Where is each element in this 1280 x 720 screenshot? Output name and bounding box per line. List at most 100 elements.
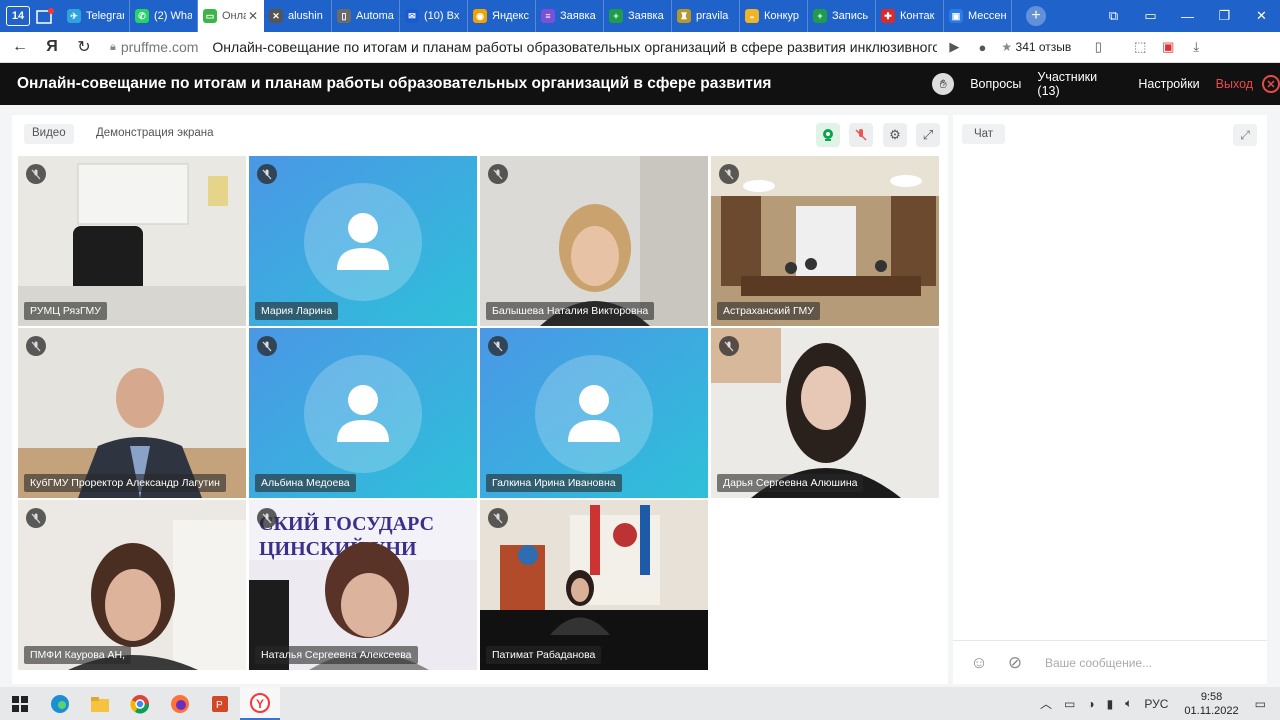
browser-tab[interactable]: ◉ Яндекс — [468, 0, 536, 32]
yandex-browser-icon[interactable]: Y — [240, 687, 280, 720]
extensions-icon[interactable]: ⬚ — [1129, 39, 1151, 55]
new-tab-button[interactable]: + — [1026, 6, 1046, 26]
chrome-icon[interactable] — [120, 687, 160, 720]
camera-icon[interactable]: ▶ — [943, 39, 965, 55]
tab-video[interactable]: Видео — [24, 124, 74, 144]
close-window-icon[interactable]: ✕ — [1243, 8, 1280, 24]
firefox-icon[interactable] — [160, 687, 200, 720]
participant-name: Астраханский ГМУ — [717, 302, 820, 320]
mic-muted-icon — [719, 164, 739, 184]
participant-tile[interactable]: Астраханский ГМУ — [711, 156, 939, 326]
tabs-menu-icon[interactable]: ⧉ — [1095, 8, 1132, 24]
browser-tab[interactable]: ≡ Заявка — [536, 0, 604, 32]
clock-time: 9:58 — [1200, 690, 1223, 703]
meeting-main: Видео Демонстрация экрана ⚙ ⤢ РУМЦ РязГМ… — [0, 105, 1280, 687]
participants-button[interactable]: Участники (13) — [1037, 70, 1122, 98]
restore-icon[interactable]: ❐ — [1206, 8, 1243, 24]
expand-chat-icon[interactable]: ⤢ — [1233, 124, 1257, 146]
participant-tile[interactable]: РУМЦ РязГМУ — [18, 156, 246, 326]
browser-tab[interactable]: ▯ Automa — [332, 0, 400, 32]
tab-favicon-icon: ▯ — [337, 9, 351, 23]
gear-icon[interactable]: ⚙ — [883, 123, 907, 147]
notifications-icon[interactable]: ▭ — [1255, 697, 1266, 711]
browser-tab[interactable]: ✈ Telegram — [62, 0, 130, 32]
browser-tab[interactable]: + Запись — [808, 0, 876, 32]
collections-icon[interactable]: ▭ — [1132, 8, 1169, 24]
tab-favicon-icon: ✆ — [135, 9, 149, 23]
avatar-placeholder — [480, 328, 708, 498]
tab-favicon-icon: ◉ — [473, 9, 487, 23]
tab-title: Онлайн — [222, 10, 246, 22]
fullscreen-icon[interactable]: ⤢ — [916, 123, 940, 147]
participant-tile[interactable]: Альбина Медоева — [249, 328, 477, 498]
tab-title: Конкур — [764, 10, 800, 22]
emoji-icon[interactable]: ☺ — [969, 653, 989, 673]
back-icon[interactable]: ← — [8, 38, 32, 56]
tray-app-icon[interactable]: ◑ — [1087, 697, 1094, 711]
tab-chat[interactable]: Чат — [962, 124, 1006, 144]
browser-tab[interactable]: ✚ Контак — [876, 0, 944, 32]
meeting-title: Онлайн-совещание по итогам и планам рабо… — [17, 75, 772, 92]
lock-icon[interactable]: 🔒︎ — [110, 41, 116, 54]
participant-tile[interactable]: Балышева Наталия Викторовна — [480, 156, 708, 326]
microphone-icon[interactable]: ● — [971, 40, 993, 55]
address-bar: ← Я ↻ 🔒︎ pruffme.com Онлайн-совещание по… — [0, 32, 1280, 63]
reload-icon[interactable]: ↻ — [72, 37, 96, 57]
settings-button[interactable]: Настройки — [1138, 77, 1199, 91]
minimize-icon[interactable]: — — [1169, 9, 1206, 24]
new-window-icon[interactable] — [34, 6, 56, 26]
attach-icon[interactable]: ⊘ — [1005, 653, 1025, 673]
exit-button[interactable]: Выход — [1216, 77, 1253, 91]
tab-title: alushin — [288, 10, 323, 22]
volume-icon[interactable]: 🔈︎ — [1125, 696, 1132, 711]
participant-name: Дарья Сергеевна Алюшина — [717, 474, 864, 492]
participant-tile[interactable]: КубГМУ Проректор Александр Лагутин — [18, 328, 246, 498]
tab-favicon-icon: ✚ — [881, 9, 895, 23]
browser-tab[interactable]: ✕ alushin — [264, 0, 332, 32]
participant-tile[interactable]: Галкина Ирина Ивановна — [480, 328, 708, 498]
browser-tab[interactable]: + Заявка — [604, 0, 672, 32]
participant-tile[interactable]: Патимат Рабаданова — [480, 500, 708, 670]
download-icon[interactable]: ⤓ — [1185, 39, 1207, 55]
file-explorer-icon[interactable] — [80, 687, 120, 720]
powerpoint-icon[interactable]: P — [200, 687, 240, 720]
bookmark-icon[interactable]: ▯ — [1087, 39, 1109, 55]
tab-screen-share[interactable]: Демонстрация экрана — [90, 124, 220, 144]
url-page-title[interactable]: Онлайн-совещание по итогам и планам рабо… — [212, 39, 937, 55]
keyboard-language[interactable]: РУС — [1144, 697, 1168, 711]
tray-chevron-icon[interactable]: ︿ — [1040, 695, 1052, 712]
tab-favicon-icon: ▭ — [203, 9, 217, 23]
network-icon[interactable]: ▭ — [1064, 697, 1075, 711]
mic-muted-icon[interactable] — [849, 123, 873, 147]
reviews-badge[interactable]: ★ 341 отзыв — [1001, 40, 1071, 54]
participant-tile[interactable]: Мария Ларина — [249, 156, 477, 326]
browser-tab[interactable]: ✆ (2) WhatsApp — [130, 0, 198, 32]
windows-start-icon[interactable] — [0, 687, 40, 720]
browser-tab[interactable]: ▣ Мессен — [944, 0, 1012, 32]
participant-tile[interactable]: Дарья Сергеевна Алюшина — [711, 328, 939, 498]
raise-hand-icon[interactable]: ✋︎ — [932, 73, 955, 95]
tray-mic-icon[interactable]: ▮ — [1107, 697, 1114, 711]
close-tab-icon[interactable]: ✕ — [248, 9, 258, 23]
tab-count-badge[interactable]: 14 — [6, 6, 30, 26]
participant-tile[interactable]: ПМФИ Каурова АН, — [18, 500, 246, 670]
clock[interactable]: 9:58 01.11.2022 — [1184, 690, 1238, 718]
browser-tab[interactable]: ◒ Конкур — [740, 0, 808, 32]
windows-taskbar: P Y ︿ ▭ ◑ ▮ 🔈︎ РУС 9:58 01.11.2022 ▭ — [0, 687, 1280, 720]
edge-icon[interactable] — [40, 687, 80, 720]
questions-button[interactable]: Вопросы — [970, 77, 1021, 91]
pdf-extension-icon[interactable]: ▣ — [1157, 39, 1179, 55]
url-domain[interactable]: pruffme.com — [121, 39, 199, 55]
browser-tab[interactable]: ▭ Онлайн✕ — [198, 0, 264, 32]
tab-favicon-icon: + — [813, 9, 827, 23]
browser-tab[interactable]: ✉ (10) Вх — [400, 0, 468, 32]
mic-muted-icon — [719, 336, 739, 356]
camera-toggle-icon[interactable] — [816, 123, 840, 147]
participant-video — [711, 328, 939, 498]
browser-tab[interactable]: ♜ pravila — [672, 0, 740, 32]
chat-message-input[interactable]: Ваше сообщение... — [1045, 656, 1152, 670]
participant-name: КубГМУ Проректор Александр Лагутин — [24, 474, 226, 492]
yandex-icon[interactable]: Я — [40, 38, 64, 56]
exit-close-icon[interactable]: ✕ — [1262, 75, 1280, 93]
participant-tile[interactable]: СКИЙ ГОСУДАРС ЦИНСКИЙ УНИ Наталья Сергеев… — [249, 500, 477, 670]
